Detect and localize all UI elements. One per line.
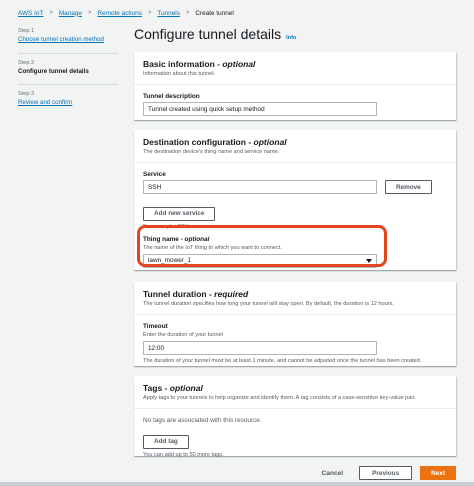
breadcrumb-tunnels[interactable]: Tunnels — [157, 10, 180, 17]
next-button[interactable]: Next — [420, 466, 456, 480]
breadcrumb-current: Create tunnel — [195, 9, 234, 17]
step-divider — [18, 84, 118, 85]
thing-name-label-text: Thing name — [143, 235, 179, 243]
basic-information-card: Basic information - optional Information… — [134, 52, 456, 120]
optional-label: - optional — [164, 383, 203, 393]
timeout-label: Timeout — [143, 323, 168, 330]
optional-label: - optional — [180, 235, 210, 243]
required-label: - required — [208, 289, 249, 299]
remove-service-button[interactable]: Remove — [385, 180, 432, 194]
step-link-choose-method[interactable]: Choose tunnel creation method — [18, 36, 118, 44]
timeout-hint: The duration of your tunnel must be at l… — [143, 358, 422, 364]
timeout-input[interactable]: 12:00 — [143, 341, 377, 355]
tunnel-description-label: Tunnel description — [143, 93, 200, 100]
chevron-right-icon: > — [49, 10, 53, 16]
thing-name-label: Thing name - optional — [143, 236, 447, 243]
card-body: No tags are associated with this resourc… — [134, 409, 456, 466]
optional-label: - optional — [217, 59, 256, 69]
info-link[interactable]: Info — [286, 35, 296, 41]
thing-name-field: Thing name - optional The name of the Io… — [143, 236, 447, 268]
step-number: Step 2 — [18, 60, 35, 66]
breadcrumb-remote-actions[interactable]: Remote actions — [97, 10, 141, 17]
wizard-step-1: Step 1 Choose tunnel creation method — [18, 28, 118, 53]
thing-name-description: The name of the IoT thing to which you w… — [143, 244, 282, 251]
card-header: Basic information - optional Information… — [134, 52, 456, 85]
card-description: The tunnel duration specifies how long y… — [143, 301, 394, 307]
thing-name-select[interactable]: lawn_mower_1 — [143, 253, 377, 268]
chevron-right-icon: > — [87, 10, 92, 16]
card-description: The destination device's thing name and … — [143, 149, 280, 155]
service-hint: For example: SSH — [143, 223, 189, 230]
card-body: Timeout Enter the duration of your tunne… — [134, 315, 456, 372]
card-title-text: Tags — [143, 383, 163, 393]
destination-configuration-card: Destination configuration - optional The… — [134, 130, 456, 270]
step-divider — [18, 53, 118, 54]
step-current-label: Configure tunnel details — [18, 68, 89, 75]
step-number: Step 1 — [18, 28, 35, 34]
wizard-steps: Step 1 Choose tunnel creation method Ste… — [18, 28, 118, 116]
bottom-scroll-edge — [0, 482, 474, 486]
no-tags-message: No tags are associated with this resourc… — [143, 417, 262, 424]
page-title: Configure tunnel details Info — [134, 26, 296, 42]
card-title-text: Tunnel duration — [143, 289, 207, 299]
service-label: Service — [143, 171, 166, 178]
tags-hint: You can add up to 50 more tags. — [143, 451, 224, 458]
chevron-right-icon: > — [185, 10, 190, 16]
card-title: Destination configuration - optional — [143, 137, 447, 147]
card-description: Apply tags to your tunnels to help organ… — [143, 395, 416, 401]
card-body: Tunnel description Tunnel created using … — [134, 85, 456, 124]
step-link-review[interactable]: Review and confirm — [18, 99, 118, 107]
service-input[interactable]: SSH — [143, 180, 377, 194]
cancel-button[interactable]: Cancel — [314, 470, 352, 477]
step-number: Step 3 — [18, 91, 35, 97]
card-title: Basic information - optional — [143, 59, 447, 69]
add-new-service-button[interactable]: Add new service — [143, 206, 216, 221]
card-title-text: Destination configuration — [143, 137, 246, 147]
card-title-text: Basic information — [143, 59, 215, 69]
card-header: Tunnel duration - required The tunnel du… — [134, 282, 456, 315]
chevron-right-icon: > — [147, 10, 152, 16]
card-header: Destination configuration - optional The… — [134, 130, 456, 163]
wizard-footer: Cancel Previous Next — [134, 466, 456, 480]
card-description: Information about this tunnel. — [143, 71, 216, 77]
card-title: Tags - optional — [143, 383, 447, 393]
wizard-step-2: Step 2 Configure tunnel details — [18, 60, 118, 84]
breadcrumb-aws-iot[interactable]: AWS IoT — [18, 10, 43, 17]
timeout-description: Enter the duration of your tunnel — [143, 332, 223, 338]
previous-button[interactable]: Previous — [359, 466, 413, 480]
breadcrumb: AWS IoT > Manage > Remote actions > Tunn… — [0, 0, 474, 26]
card-title: Tunnel duration - required — [143, 289, 447, 299]
card-header: Tags - optional Apply tags to your tunne… — [134, 376, 456, 409]
optional-label: - optional — [248, 137, 287, 147]
card-body: Service SSH Remove Add new service For e… — [134, 163, 456, 276]
thing-name-value: lawn_mower_1 — [148, 257, 191, 264]
caret-down-icon — [366, 258, 372, 263]
add-tag-button[interactable]: Add tag — [143, 434, 189, 449]
tunnel-duration-card: Tunnel duration - required The tunnel du… — [134, 282, 456, 366]
add-service-row: Add new service — [143, 202, 447, 221]
page-title-text: Configure tunnel details — [134, 26, 282, 42]
tunnel-description-input[interactable]: Tunnel created using quick setup method — [143, 102, 377, 116]
wizard-step-3: Step 3 Review and confirm — [18, 91, 118, 116]
service-row: SSH Remove — [143, 180, 447, 194]
tags-card: Tags - optional Apply tags to your tunne… — [134, 376, 456, 458]
breadcrumb-manage[interactable]: Manage — [59, 10, 82, 17]
